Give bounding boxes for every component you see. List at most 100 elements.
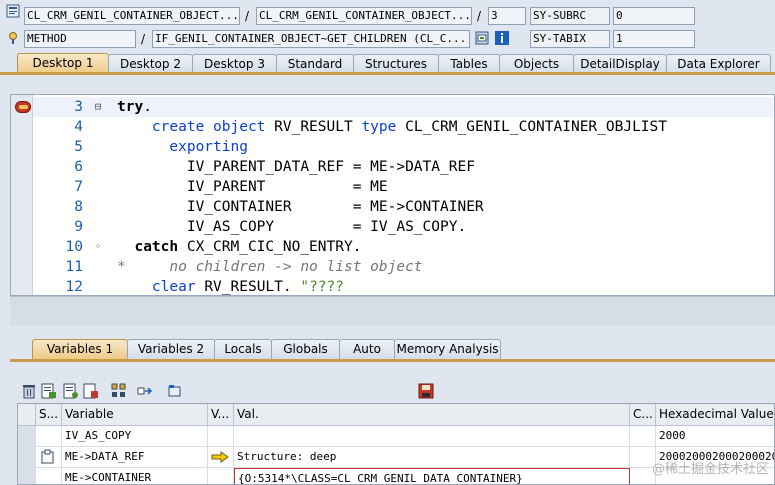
code-line[interactable]: 10 ◦ catch CX_CRM_CIC_NO_ENTRY. (33, 237, 773, 257)
code-text: try. (117, 97, 152, 117)
change-value-cell (630, 426, 656, 446)
display-source-icon[interactable] (475, 31, 489, 45)
debugger-info-bar: CL_CRM_GENIL_CONTAINER_OBJECT... / CL_CR… (0, 0, 775, 54)
line-number: 8 (74, 199, 83, 215)
code-line[interactable]: 4 create object RV_RESULT type CL_CRM_GE… (33, 117, 773, 137)
navigate-icon[interactable] (136, 382, 154, 400)
code-text: catch CX_CRM_CIC_NO_ENTRY. (117, 237, 361, 257)
save-variables-icon[interactable] (82, 382, 100, 400)
watermark: @稀土掘金技术社区 (651, 462, 769, 477)
column-header-s[interactable]: S... (36, 404, 62, 426)
event-field[interactable]: IF_GENIL_CONTAINER_OBJECT~GET_CHILDREN (… (152, 30, 470, 48)
code-token: * no children -> no list object (117, 259, 423, 275)
code-line[interactable]: 12 clear RV_RESULT. "???? (33, 277, 773, 295)
event-type-field[interactable]: METHOD (24, 30, 136, 48)
row-selector[interactable] (18, 468, 36, 484)
code-token: CX_CRM_CIC_NO_ENTRY. (186, 239, 362, 255)
line-number: 7 (74, 179, 83, 195)
save-icon[interactable] (417, 382, 435, 400)
collapse-block-icon[interactable]: ⊟ (91, 97, 105, 117)
sy-tabix-value: 1 (613, 30, 695, 48)
variable-name[interactable]: ME->DATA_REF (62, 447, 208, 467)
change-cell (208, 426, 234, 446)
code-token: RV_RESULT. (204, 279, 301, 295)
code-line[interactable]: 5 exporting (33, 137, 773, 157)
code-text: exporting (117, 137, 248, 157)
hex-value: 2000 (656, 426, 774, 446)
variable-value[interactable] (234, 426, 630, 446)
column-header-variable[interactable]: Variable (62, 404, 208, 426)
include-field[interactable]: CL_CRM_GENIL_CONTAINER_OBJECT... (256, 7, 472, 25)
line-number: 4 (74, 119, 83, 135)
code-line[interactable]: 8 IV_CONTAINER = ME->CONTAINER (33, 197, 773, 217)
code-token: create object (117, 119, 275, 135)
arrow-right-icon[interactable] (211, 451, 229, 463)
code-token: exporting (117, 139, 248, 155)
column-header-value[interactable]: Val. (234, 404, 630, 426)
delete-icon[interactable] (20, 382, 38, 400)
program-icon (6, 4, 20, 18)
sy-subrc-value: 0 (613, 7, 695, 25)
code-line[interactable]: 3 ⊟ try. (33, 97, 773, 117)
tab-auto[interactable]: Auto (339, 339, 395, 359)
tab-variables-2[interactable]: Variables 2 (127, 339, 215, 359)
sy-tabix-label: SY-TABIX (530, 30, 610, 48)
tab-data-explorer[interactable]: Data Explorer (666, 54, 771, 73)
code-text: clear RV_RESULT. "???? (117, 277, 344, 295)
variable-value[interactable]: Structure: deep (234, 447, 630, 467)
tab-tables[interactable]: Tables (438, 54, 500, 73)
code-token: "???? (300, 279, 344, 295)
sy-subrc-label: SY-SUBRC (530, 7, 610, 25)
info-icon[interactable] (495, 31, 509, 45)
tab-objects[interactable]: Objects (499, 54, 574, 73)
table-row[interactable]: IV_AS_COPY 2000 (18, 426, 774, 447)
code-token: CL_CRM_GENIL_CONTAINER_OBJLIST (405, 119, 668, 135)
change-cell (208, 468, 234, 484)
code-text: * no children -> no list object (117, 257, 423, 277)
breakpoint-gutter[interactable] (11, 95, 33, 295)
code-token: type (361, 119, 406, 135)
column-header-v[interactable]: V... (208, 404, 234, 426)
tab-locals[interactable]: Locals (214, 339, 272, 359)
line-number: 9 (74, 219, 83, 235)
variable-name[interactable]: IV_AS_COPY (62, 426, 208, 446)
code-text: IV_AS_COPY = IV_AS_COPY. (117, 217, 466, 237)
code-token: catch (117, 239, 187, 255)
export-list-icon[interactable] (40, 382, 58, 400)
hierarchy-icon[interactable] (110, 382, 128, 400)
tab-memory-analysis[interactable]: Memory Analysis (394, 339, 501, 359)
row-selector[interactable] (18, 447, 36, 467)
column-selection (18, 404, 36, 426)
tab-desktop-1[interactable]: Desktop 1 (17, 53, 109, 74)
row-selector[interactable] (18, 426, 36, 446)
tab-variables-1[interactable]: Variables 1 (32, 339, 128, 359)
column-header-c[interactable]: C... (630, 404, 656, 426)
tab-structures[interactable]: Structures (353, 54, 439, 73)
status-cell (36, 468, 62, 484)
code-line[interactable]: 11 * no children -> no list object (33, 257, 773, 277)
code-line[interactable]: 9 IV_AS_COPY = IV_AS_COPY. (33, 217, 773, 237)
tab-standard[interactable]: Standard (276, 54, 354, 73)
line-number: 10 (65, 239, 83, 255)
splitter-area[interactable] (10, 296, 775, 326)
code-token: IV_PARENT = ME (117, 179, 388, 195)
variable-value-input[interactable]: {O:5314*\CLASS=CL_CRM_GENIL_DATA_CONTAIN… (234, 468, 630, 484)
line-number-field[interactable]: 3 (488, 7, 526, 25)
column-header-hex[interactable]: Hexadecimal Value (656, 404, 774, 426)
program-field[interactable]: CL_CRM_GENIL_CONTAINER_OBJECT... (24, 7, 240, 25)
tab-detaildisplay[interactable]: DetailDisplay (573, 54, 667, 73)
structure-icon[interactable] (40, 449, 56, 465)
source-code-editor[interactable]: 3 ⊟ try. 4 create object RV_RESULT type CL_… (10, 94, 775, 296)
tab-desktop-3[interactable]: Desktop 3 (192, 54, 277, 73)
line-number: 5 (74, 139, 83, 155)
code-token: IV_PARENT_DATA_REF = ME->DATA_REF (117, 159, 475, 175)
detail-view-icon[interactable] (62, 382, 80, 400)
status-cell (36, 426, 62, 446)
new-tool-icon[interactable] (166, 382, 184, 400)
tab-desktop-2[interactable]: Desktop 2 (108, 54, 193, 73)
variable-name[interactable]: ME->CONTAINER (62, 468, 208, 484)
tab-globals[interactable]: Globals (271, 339, 340, 359)
desktop-tabstrip: Desktop 1 Desktop 2 Desktop 3 Standard S… (0, 52, 775, 74)
code-line[interactable]: 7 IV_PARENT = ME (33, 177, 773, 197)
code-line[interactable]: 6 IV_PARENT_DATA_REF = ME->DATA_REF (33, 157, 773, 177)
